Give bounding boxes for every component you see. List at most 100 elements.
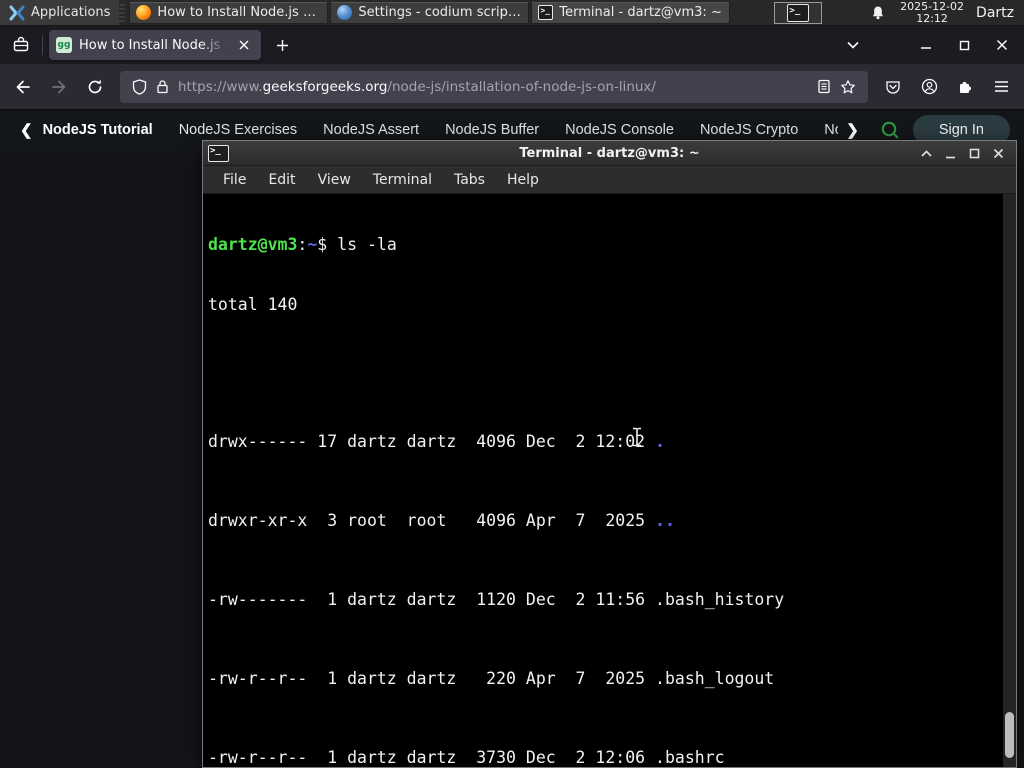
terminal-app-icon xyxy=(208,144,229,162)
subnav-link[interactable]: NodeJS Console xyxy=(552,122,687,138)
file-row: drwx------ 17 dartz dartz 4096 Dec 2 12:… xyxy=(208,432,1002,452)
file-attributes: -rw-r--r-- 1 dartz dartz 3730 Dec 2 12:0… xyxy=(208,747,656,767)
prompt-cwd: ~ xyxy=(307,235,318,255)
chevron-down-icon xyxy=(847,41,859,49)
applications-icon xyxy=(9,5,25,20)
terminal-listing: drwx------ 17 dartz dartz 4096 Dec 2 12:… xyxy=(208,354,1002,767)
terminal-close-button[interactable] xyxy=(990,145,1007,162)
file-attributes: -rw------- 1 dartz dartz 1120 Dec 2 11:5… xyxy=(208,590,656,610)
terminal-menu-item[interactable]: Help xyxy=(496,168,550,192)
account-icon xyxy=(921,78,937,95)
forward-button[interactable] xyxy=(42,71,76,103)
terminal-minimize-button[interactable] xyxy=(942,145,959,162)
tab-bar: gg How to Install Node.js on xyxy=(0,26,1024,64)
subnav-link[interactable]: NodeJS Buffer xyxy=(432,122,552,138)
subnav-link[interactable]: NodeJS Exercises xyxy=(166,122,310,138)
firefox-view-icon xyxy=(13,36,29,52)
applications-menu-button[interactable]: Applications xyxy=(0,0,120,25)
file-row: -rw------- 1 dartz dartz 1120 Dec 2 11:5… xyxy=(208,590,1002,610)
shield-icon[interactable] xyxy=(132,78,147,95)
account-button[interactable] xyxy=(912,71,946,103)
subnav-link[interactable]: NodeJS DNS xyxy=(811,122,838,138)
terminal-titlebar[interactable]: Terminal - dartz@vm3: ~ xyxy=(203,141,1016,166)
notifications-button[interactable] xyxy=(864,0,892,25)
extensions-button[interactable] xyxy=(948,71,982,103)
close-icon xyxy=(239,40,249,50)
file-row: -rw-r--r-- 1 dartz dartz 3730 Dec 2 12:0… xyxy=(208,748,1002,767)
bell-icon xyxy=(873,6,884,19)
subnav-scroll-left-icon[interactable]: ❮ xyxy=(12,121,41,139)
firefox-view-button[interactable] xyxy=(6,31,36,59)
user-menu[interactable]: Dartz xyxy=(972,5,1024,21)
subnav-links: NodeJS Tutorial NodeJS Exercises NodeJS … xyxy=(41,122,839,138)
taskbar-window-icon xyxy=(538,5,554,20)
terminal-menubar: File Edit View Terminal Tabs Help xyxy=(203,166,1016,194)
taskbar-window-button[interactable]: How to Install Node.js o... xyxy=(129,1,329,24)
chevron-up-icon xyxy=(921,149,932,157)
subnav-scroll-right-icon[interactable]: ❯ xyxy=(838,121,867,139)
taskbar-window-title: How to Install Node.js o... xyxy=(157,5,322,20)
maximize-icon xyxy=(969,148,980,158)
maximize-icon xyxy=(959,40,969,50)
prompt-user-host: dartz@vm3 xyxy=(208,235,298,255)
terminal-menu-item[interactable]: View xyxy=(307,168,362,192)
taskbar-window-icon xyxy=(136,5,152,20)
url-bar[interactable]: https://www.geeksforgeeks.org/node-js/in… xyxy=(120,70,868,103)
file-attributes: drwx------ 17 dartz dartz 4096 Dec 2 12:… xyxy=(208,432,656,452)
tabbar-right-controls xyxy=(838,31,1018,59)
terminal-menu-item[interactable]: File xyxy=(212,168,257,192)
lock-icon[interactable] xyxy=(156,79,169,94)
app-menu-button[interactable] xyxy=(984,71,1018,103)
pocket-button[interactable] xyxy=(876,71,910,103)
taskbar-window-button[interactable]: Terminal - dartz@vm3: ~ xyxy=(531,1,731,24)
applications-label: Applications xyxy=(31,5,111,20)
url-scheme: https://www. xyxy=(178,78,263,95)
terminal-window-controls xyxy=(918,145,1016,162)
terminal-output[interactable]: dartz@vm3:~$ ls -la total 140 drwx------… xyxy=(203,194,1016,767)
window-minimize-button[interactable] xyxy=(910,31,942,59)
taskbar-window-title: Terminal - dartz@vm3: ~ xyxy=(559,5,722,20)
terminal-menu-item[interactable]: Tabs xyxy=(443,168,496,192)
file-name: .bash_logout xyxy=(655,668,775,688)
geeksforgeeks-favicon: gg xyxy=(56,37,72,53)
subnav-link[interactable]: NodeJS Tutorial xyxy=(41,122,166,138)
prompt-line: dartz@vm3:~$ ls -la xyxy=(208,235,1002,255)
subnav-link[interactable]: NodeJS Crypto xyxy=(687,122,811,138)
terminal-shade-button[interactable] xyxy=(918,145,935,162)
close-icon xyxy=(996,39,1008,51)
terminal-menu-item[interactable]: Terminal xyxy=(362,168,443,192)
taskbar: How to Install Node.js o... Settings - c… xyxy=(129,0,731,25)
tab-how-to-install-nodejs[interactable]: gg How to Install Node.js on xyxy=(49,30,261,60)
terminal-scrollbar[interactable] xyxy=(1003,194,1016,767)
terminal-scrollbar-thumb[interactable] xyxy=(1005,712,1014,758)
window-close-button[interactable] xyxy=(986,31,1018,59)
minimize-icon xyxy=(946,156,955,158)
bookmark-star-icon[interactable] xyxy=(840,79,856,95)
clock[interactable]: 2025-12-02 12:12 xyxy=(892,0,972,25)
prompt-dollar: $ xyxy=(317,235,338,255)
tab-close-button[interactable] xyxy=(234,35,254,55)
subnav-link[interactable]: NodeJS Assert xyxy=(310,122,432,138)
window-maximize-button[interactable] xyxy=(948,31,980,59)
back-button[interactable] xyxy=(6,71,40,103)
taskbar-window-title: Settings - codium script... xyxy=(358,5,523,20)
file-name: .. xyxy=(655,511,675,531)
reader-mode-icon[interactable] xyxy=(817,79,831,94)
terminal-menu-item[interactable]: Edit xyxy=(257,168,306,192)
terminal-maximize-button[interactable] xyxy=(966,145,983,162)
url-text[interactable]: https://www.geeksforgeeks.org/node-js/in… xyxy=(178,79,808,95)
minimize-icon xyxy=(921,47,931,49)
reload-icon xyxy=(88,79,102,93)
tab-separator xyxy=(42,35,43,55)
reload-button[interactable] xyxy=(78,71,112,103)
forward-icon xyxy=(52,80,66,93)
file-row: drwxr-xr-x 3 root root 4096 Apr 7 2025 .… xyxy=(208,511,1002,531)
workspace-switcher[interactable] xyxy=(774,1,823,24)
top-panel: Applications How to Install Node.js o...… xyxy=(0,0,1024,26)
new-tab-button[interactable] xyxy=(267,31,297,59)
terminal-title: Terminal - dartz@vm3: ~ xyxy=(519,145,700,161)
list-all-tabs-button[interactable] xyxy=(838,31,868,59)
panel-grip xyxy=(119,3,126,22)
file-attributes: drwxr-xr-x 3 root root 4096 Apr 7 2025 xyxy=(208,511,656,531)
taskbar-window-button[interactable]: Settings - codium script... xyxy=(330,1,530,24)
